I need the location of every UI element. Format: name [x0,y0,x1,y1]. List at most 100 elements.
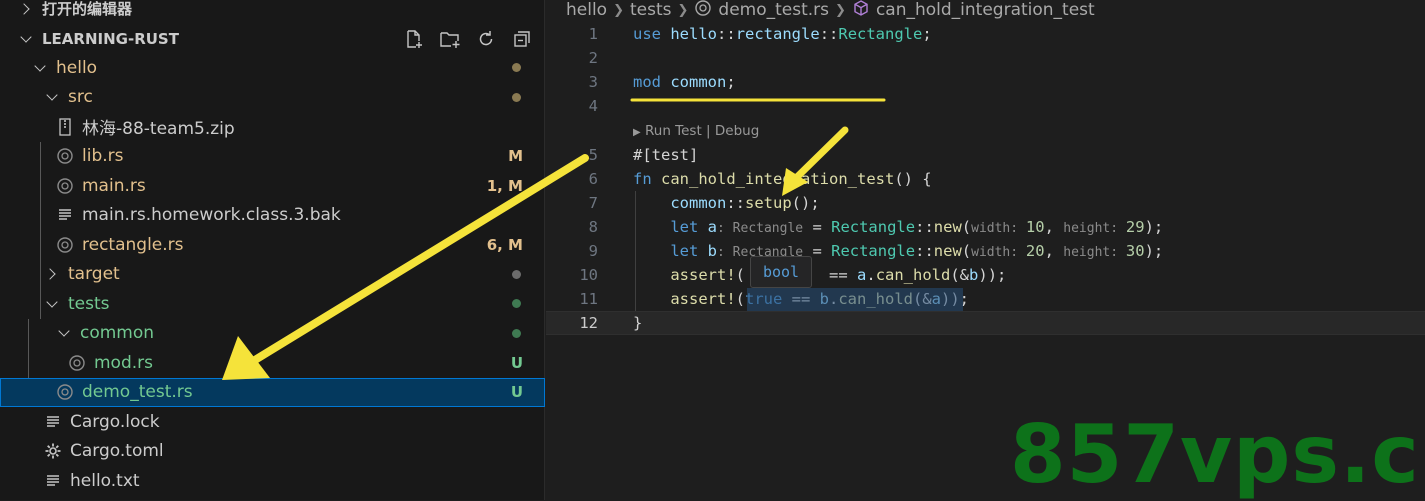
explorer-actions [403,28,533,50]
breadcrumb-item-tests[interactable]: tests [630,0,672,20]
tree-item-label: target [68,264,120,284]
tree-item-src[interactable]: src [0,83,545,112]
line-number: 2 [588,49,598,67]
line-number: 6 [588,170,598,188]
code-text: fn can_hold_integration_test() { [633,170,932,188]
breadcrumb-item-file[interactable]: demo_test.rs [718,0,829,20]
tree-item-tests[interactable]: tests [0,289,545,318]
refresh-icon[interactable] [475,28,497,50]
new-folder-icon[interactable] [439,28,461,50]
line-number: 5 [588,146,598,164]
code-line-12[interactable]: 12} [546,311,1425,335]
breadcrumb-item-function[interactable]: can_hold_integration_test [876,0,1095,20]
tree-item-label: lib.rs [82,146,124,166]
code-line-6[interactable]: 6 fn can_hold_integration_test() { [546,167,1425,191]
open-editors-header[interactable]: 打开的编辑器 [0,0,545,23]
tree-item-hello[interactable]: hello [0,53,545,82]
code-text: } [633,314,643,332]
gear-icon [44,442,62,460]
code-line-10[interactable]: 10 assert!( == a.can_hold(&b)); [546,263,1425,287]
codelens-label[interactable]: Run Test | Debug [645,123,759,139]
tree-item-mod-rs[interactable]: mod.rs U [0,348,545,377]
tree-item-common[interactable]: common [0,319,545,348]
code-line-8[interactable]: 8 let a: Rectangle = Rectangle::new(widt… [546,215,1425,239]
tree-item-demo-test-rs[interactable]: demo_test.rs U [0,377,545,407]
git-status-badge: M [508,147,523,165]
rust-icon [56,383,74,401]
code-line-4[interactable]: 4 [546,94,1425,118]
type-tooltip: bool [750,256,812,288]
rust-icon [56,147,74,165]
tree-item--88-team5-zip[interactable]: 林海-88-team5.zip [0,112,545,141]
code-line-11[interactable]: 11 assert!(true == b.can_hold(&a)); [546,287,1425,311]
git-status-badge: U [510,353,523,372]
tree-item-label: main.rs [82,175,146,196]
code-text: assert!( == a.can_hold(&b)); [670,266,1007,284]
tree-item-main-rs-homework-class-3-bak[interactable]: main.rs.homework.class.3.bak [0,201,545,230]
status-dot [512,299,521,308]
chevron-down-icon[interactable] [44,296,60,312]
line-number: 3 [588,73,598,91]
line-number: 9 [588,242,598,260]
tree-item-label: Cargo.lock [70,411,160,432]
tree-item-label: Cargo.toml [70,441,164,461]
line-number: 11 [579,290,598,308]
code-text: let a: Rectangle = Rectangle::new(width:… [670,218,1164,236]
chevron-down-icon[interactable] [44,89,60,105]
code-line-9[interactable]: 9 let b: Rectangle = Rectangle::new(widt… [546,239,1425,263]
text-icon [44,413,62,431]
project-label: LEARNING-RUST [42,29,179,48]
line-number: 1 [588,25,598,43]
rust-icon [56,236,74,254]
line-number: 8 [588,218,598,236]
new-file-icon[interactable] [403,28,425,50]
line-number: 12 [579,314,598,332]
tree-item-target[interactable]: target [0,260,545,289]
indent-guide [635,191,636,311]
breadcrumb-item-hello[interactable]: hello [566,0,607,20]
tree-item-hello-txt[interactable]: hello.txt [0,466,545,495]
rust-icon [694,0,712,22]
chevron-down-icon[interactable] [32,60,48,76]
line-number: 4 [588,97,598,115]
tree-item-main-rs[interactable]: main.rs 1, M [0,171,545,200]
code-line-5[interactable]: 5 #[test] [546,143,1425,167]
code-line-7[interactable]: 7 common::setup(); [546,191,1425,215]
open-editors-label: 打开的编辑器 [42,0,133,18]
tree-item-label: rectangle.rs [82,234,184,255]
tree-item-label: hello.txt [70,470,140,491]
code-line-1[interactable]: 1 use hello::rectangle::Rectangle; [546,22,1425,46]
explorer-sidebar: 打开的编辑器 LEARNING-RUST hello src 林海-88-team5… [0,0,545,500]
tree-item-label: tests [68,293,110,314]
status-dot [512,328,521,338]
tree-item-cargo-toml[interactable]: Cargo.toml [0,437,545,466]
chevron-right-icon: ❯ [613,2,624,18]
tree-item-cargo-lock[interactable]: Cargo.lock [0,407,545,436]
indent-guide [40,141,41,319]
tree-item-lib-rs[interactable]: lib.rs M [0,142,545,171]
chevron-right-icon[interactable] [44,266,60,282]
code-text: #[test] [633,146,699,164]
codelens[interactable]: ▶ Run Test | Debug [633,123,759,139]
code-text: use hello::rectangle::Rectangle; [633,25,932,43]
tree-item-label: main.rs.homework.class.3.bak [82,205,341,225]
tree-item-label: src [68,87,93,107]
rust-icon [68,354,86,372]
status-dot [512,269,521,279]
status-dot [512,92,521,102]
chevron-down-icon [18,31,34,47]
chevron-right-icon [18,1,34,17]
collapse-all-icon[interactable] [511,28,533,50]
tree-item-label: mod.rs [94,352,154,373]
code-text: let b: Rectangle = Rectangle::new(width:… [670,242,1164,260]
breadcrumb: hello ❯ tests ❯ demo_test.rs ❯ can_hold_… [566,0,1095,20]
line-number: 10 [579,266,598,284]
code-line-2[interactable]: 2 [546,46,1425,70]
code-line-3[interactable]: 3 mod common; [546,70,1425,94]
chevron-down-icon[interactable] [56,325,72,341]
status-dot [512,63,521,72]
indent-guide [28,318,29,378]
project-header[interactable]: LEARNING-RUST [0,24,545,53]
word-highlight [747,288,963,311]
tree-item-rectangle-rs[interactable]: rectangle.rs 6, M [0,230,545,259]
